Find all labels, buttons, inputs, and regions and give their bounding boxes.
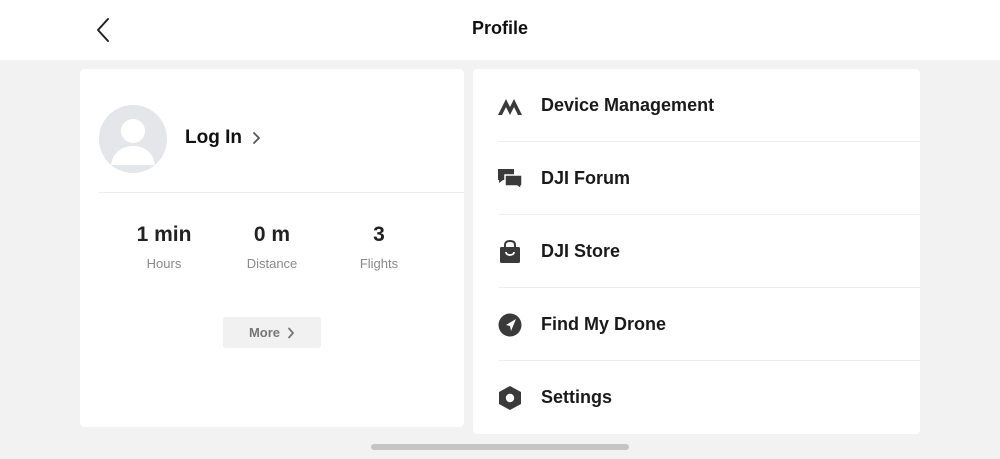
login-label: Log In <box>185 127 242 148</box>
menu-item-find-my-drone[interactable]: Find My Drone <box>473 288 920 361</box>
store-bag-icon <box>497 239 523 265</box>
menu-item-settings[interactable]: Settings <box>473 361 920 434</box>
stat-value: 0 m <box>253 223 291 246</box>
stat-label: Flights <box>359 256 399 271</box>
page-title: Profile <box>471 18 528 38</box>
top-bar: Profile <box>0 0 1000 60</box>
user-placeholder-icon <box>99 105 167 173</box>
menu-label: DJI Store <box>541 241 621 261</box>
menu-card: Device Management DJI Forum DJI Store Fi… <box>473 69 920 434</box>
profile-card: Log In 1 min Hours 0 m Distance 3 Flight… <box>80 69 464 427</box>
stat-value: 3 <box>373 223 385 246</box>
menu-label: DJI Forum <box>541 168 631 188</box>
menu-label: Device Management <box>541 95 715 115</box>
divider <box>99 192 464 193</box>
more-label: More <box>248 325 281 340</box>
stat-label: Distance <box>246 256 298 271</box>
menu-label: Settings <box>541 387 613 407</box>
menu-item-device-management[interactable]: Device Management <box>473 69 920 142</box>
menu-item-dji-forum[interactable]: DJI Forum <box>473 142 920 215</box>
stat-distance: 0 m Distance <box>218 223 326 271</box>
chevron-right-icon <box>287 327 295 339</box>
avatar[interactable] <box>99 105 167 173</box>
menu-label: Find My Drone <box>541 314 666 334</box>
menu-item-dji-store[interactable]: DJI Store <box>473 215 920 288</box>
chevron-right-icon <box>252 131 261 145</box>
more-button[interactable]: More <box>223 317 321 348</box>
locate-arrow-icon <box>497 312 523 338</box>
device-management-icon <box>497 93 523 119</box>
stat-flights: 3 Flights <box>325 223 433 271</box>
stat-value: 1 min <box>136 223 192 246</box>
stat-hours: 1 min Hours <box>110 223 218 271</box>
home-indicator[interactable] <box>371 444 629 450</box>
login-link[interactable]: Log In <box>185 127 261 149</box>
stat-label: Hours <box>146 256 182 271</box>
forum-icon <box>497 166 523 192</box>
settings-hexagon-icon <box>497 385 523 411</box>
